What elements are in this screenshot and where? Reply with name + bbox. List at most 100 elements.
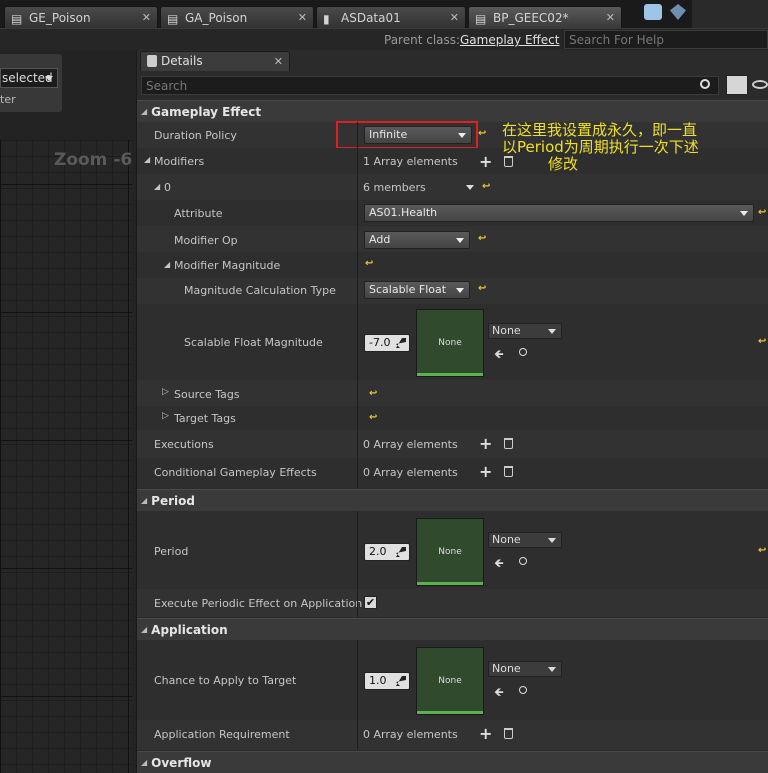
feedback-icon[interactable] <box>644 4 662 20</box>
reset-to-default-icon[interactable]: ↩ <box>478 283 486 294</box>
curve-table-value: None <box>492 662 521 675</box>
category-period[interactable]: ◢ Period <box>137 489 768 511</box>
curve-thumbnail[interactable]: None <box>416 309 484 377</box>
chance-value: 1.0 <box>369 674 387 687</box>
blueprint-doc-icon: ▤ <box>475 11 487 26</box>
curve-thumbnail[interactable]: None <box>416 518 484 586</box>
column-divider[interactable] <box>357 511 358 617</box>
zoom-label: Zoom -6 <box>54 150 133 170</box>
column-divider[interactable] <box>357 640 358 750</box>
reset-to-default-icon[interactable]: ↩ <box>369 412 377 423</box>
title-bar-area <box>692 0 768 28</box>
add-element-icon[interactable]: + <box>479 464 492 480</box>
tab-asdata01[interactable]: ▮ ASData01 ✕ <box>316 6 466 28</box>
search-help-input[interactable]: Search For Help <box>564 30 768 49</box>
curve-table-combo[interactable]: None <box>488 532 562 548</box>
details-search-input[interactable]: Search <box>141 76 719 95</box>
details-icon <box>147 55 157 67</box>
calc-type-combo[interactable]: Scalable Float <box>364 281 470 299</box>
annotation-text: 在这里我设置成永久，即一直 以Period为周期执行一次下述 修改 <box>502 122 699 173</box>
filter-label: ter <box>0 93 16 106</box>
period-label: Period <box>154 545 189 558</box>
tab-ga-poison[interactable]: ▤ GA_Poison ✕ <box>160 6 314 28</box>
reset-to-default-icon[interactable]: ↩ <box>365 258 373 269</box>
data-asset-icon: ▮ <box>323 11 330 26</box>
expand-icon[interactable]: ▷ <box>162 411 169 421</box>
add-element-icon[interactable]: + <box>479 726 492 742</box>
use-selected-icon[interactable]: 🡸 <box>494 683 504 704</box>
curve-table-combo[interactable]: None <box>488 323 562 339</box>
trash-icon[interactable] <box>504 438 513 449</box>
reset-to-default-icon[interactable]: ↩ <box>478 128 486 139</box>
annotation-line-3: 修改 <box>548 155 579 173</box>
close-icon[interactable]: ✕ <box>298 11 307 24</box>
scalable-float-value: -7.0 <box>369 336 391 349</box>
modifiers-label: Modifiers <box>154 155 205 168</box>
chevron-down-icon <box>548 329 556 334</box>
requirement-count: 0 Array elements <box>363 728 458 741</box>
curve-table-combo[interactable]: None <box>488 661 562 677</box>
modifiers-count: 1 Array elements <box>363 155 458 168</box>
expand-icon[interactable]: ▷ <box>162 387 169 397</box>
search-icon <box>700 79 710 89</box>
browse-icon[interactable] <box>519 557 527 565</box>
browse-icon[interactable] <box>519 686 527 694</box>
attribute-combo[interactable]: AS01.Health <box>364 204 754 222</box>
reset-to-default-icon[interactable]: ↩ <box>758 207 766 218</box>
chevron-down-icon <box>548 538 556 543</box>
close-icon[interactable]: ✕ <box>274 55 283 68</box>
modifier-op-label: Modifier Op <box>174 234 238 247</box>
expand-icon[interactable]: ◢ <box>164 260 170 269</box>
spin-icon <box>396 338 406 348</box>
reset-to-default-icon[interactable]: ↩ <box>478 233 486 244</box>
tab-bp-geec02[interactable]: ▤ BP_GEEC02* ✕ <box>468 6 622 28</box>
trash-icon[interactable] <box>504 466 513 477</box>
chevron-down-icon <box>45 76 53 81</box>
reset-to-default-icon[interactable]: ↩ <box>758 336 766 347</box>
add-element-icon[interactable]: + <box>479 154 492 170</box>
curve-thumbnail[interactable]: None <box>416 647 484 715</box>
modifier-op-combo[interactable]: Add <box>364 231 470 249</box>
category-overflow[interactable]: ◢ Overflow <box>137 751 768 773</box>
row-index-0 <box>137 174 768 200</box>
browse-icon[interactable] <box>519 348 527 356</box>
parent-class-link[interactable]: Gameplay Effect <box>460 33 559 47</box>
eye-icon[interactable] <box>752 80 768 89</box>
chevron-down-icon <box>548 667 556 672</box>
use-selected-icon[interactable]: 🡸 <box>494 345 504 366</box>
expand-icon[interactable]: ◢ <box>154 182 160 191</box>
curve-thumbnail-label: None <box>438 547 462 557</box>
close-icon[interactable]: ✕ <box>142 11 151 24</box>
period-value: 2.0 <box>369 545 387 558</box>
tab-label: BP_GEEC02* <box>493 10 569 25</box>
reset-to-default-icon[interactable]: ↩ <box>758 545 766 556</box>
tab-ge-poison[interactable]: ▤ GE_Poison ✕ <box>4 6 158 28</box>
source-tags-label: Source Tags <box>174 388 240 401</box>
close-icon[interactable]: ✕ <box>450 11 459 24</box>
scalable-float-input[interactable]: -7.0 <box>364 334 410 352</box>
chevron-down-icon[interactable] <box>466 185 474 190</box>
duration-policy-label: Duration Policy <box>154 129 237 142</box>
chevron-down-icon <box>456 288 464 293</box>
close-icon[interactable]: ✕ <box>606 11 615 24</box>
category-gameplay-effect[interactable]: ◢ Gameplay Effect <box>137 100 768 122</box>
details-tab-label: Details <box>161 54 203 68</box>
category-title: Gameplay Effect <box>151 104 262 119</box>
period-input[interactable]: 2.0 <box>364 543 410 561</box>
reset-to-default-icon[interactable]: ↩ <box>369 388 377 399</box>
details-tab[interactable]: Details ✕ <box>140 51 290 71</box>
trash-icon[interactable] <box>504 728 513 739</box>
selected-dropdown[interactable]: selected <box>0 68 58 88</box>
spin-icon <box>396 676 406 686</box>
chance-input[interactable]: 1.0 <box>364 672 410 690</box>
category-application[interactable]: ◢ Application <box>137 618 768 640</box>
view-options-icon[interactable] <box>726 75 748 95</box>
column-divider[interactable] <box>357 122 358 488</box>
reset-to-default-icon[interactable]: ↩ <box>482 181 490 192</box>
use-selected-icon[interactable]: 🡸 <box>494 554 504 575</box>
marketplace-icon[interactable] <box>670 4 686 20</box>
execute-on-app-checkbox[interactable]: ✔ <box>364 596 377 609</box>
category-title: Period <box>151 493 195 508</box>
add-element-icon[interactable]: + <box>479 436 492 452</box>
expand-icon[interactable]: ◢ <box>144 155 150 164</box>
